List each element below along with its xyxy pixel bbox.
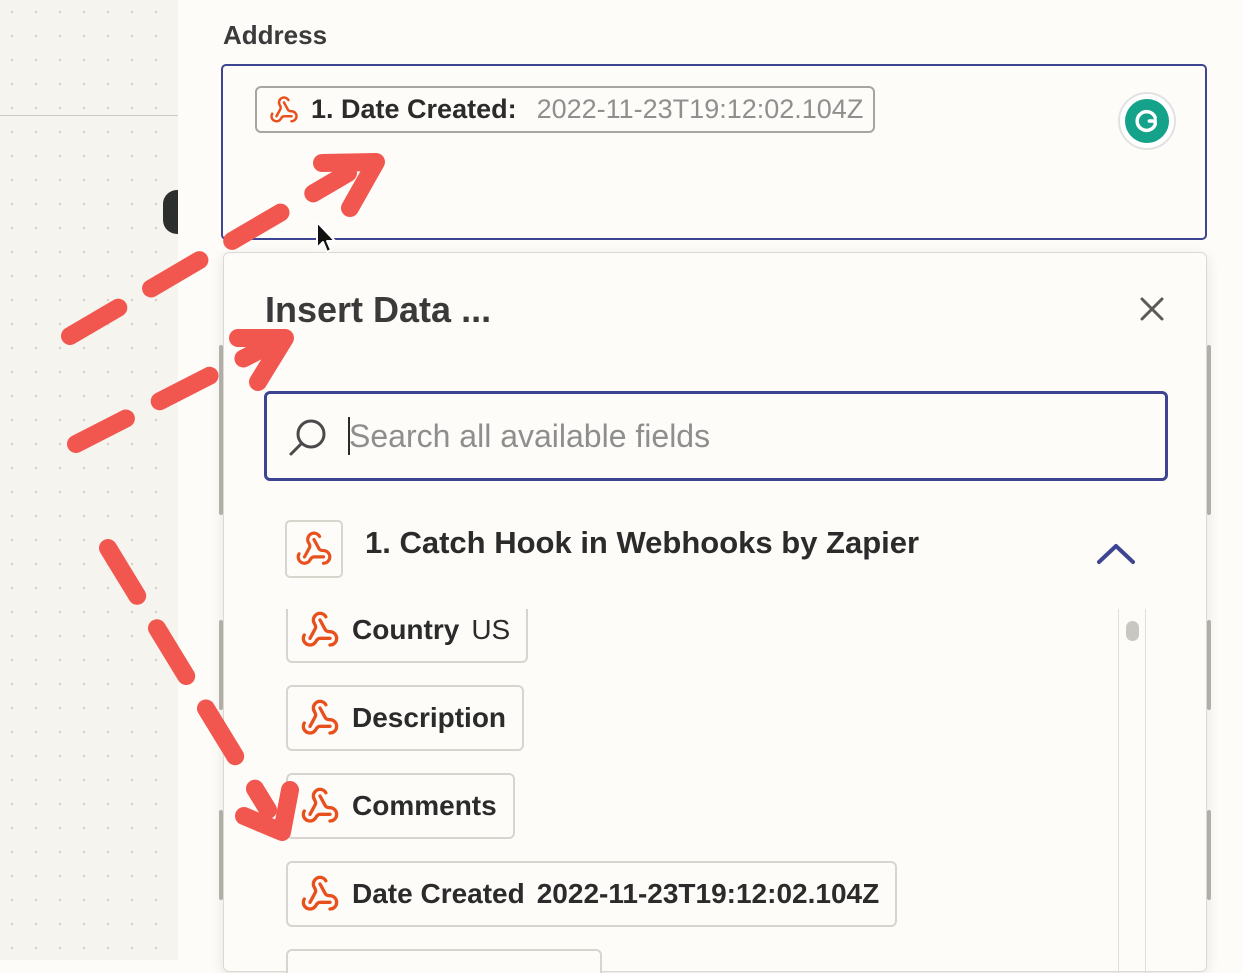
list-item-comments[interactable]: Comments [286, 773, 515, 839]
insert-data-popover: Insert Data ... 1. Catch Hook in Webhook… [223, 252, 1207, 973]
scrollbar-thumb[interactable] [1126, 621, 1139, 641]
webhook-icon [285, 520, 343, 578]
list-item-key: Description [352, 702, 507, 733]
list-item-key: Country [352, 614, 460, 645]
field-edge-right [1207, 345, 1211, 515]
field-list: Country US Description Comments Date Cre… [286, 609, 1116, 973]
search-input[interactable] [349, 408, 1139, 464]
list-item-key: Comments [352, 790, 497, 821]
list-item[interactable] [286, 949, 602, 973]
address-label: Address [223, 20, 328, 50]
chevron-up-icon[interactable] [1096, 541, 1136, 570]
field-edge-right [1207, 810, 1211, 900]
webhook-icon [300, 610, 340, 650]
mouse-cursor [316, 221, 336, 253]
search-icon [289, 419, 326, 456]
address-token-value: 2022-11-23T19:12:02.104Z [536, 94, 864, 124]
list-item-description[interactable]: Description [286, 685, 525, 751]
close-icon[interactable] [1134, 291, 1170, 327]
list-item-value: US [471, 614, 511, 645]
address-token-key: 1. Date Created: [311, 94, 517, 124]
webhook-icon [269, 95, 299, 125]
webhook-icon [300, 874, 340, 914]
field-edge-right [1207, 620, 1211, 710]
grammarly-g-glyph [1135, 109, 1157, 133]
list-item-value: 2022-11-23T19:12:02.104Z [536, 878, 880, 909]
grammarly-icon[interactable] [1118, 92, 1176, 150]
list-item-date-created[interactable]: Date Created 2022-11-23T19:12:02.104Z [286, 861, 898, 927]
group-title: 1. Catch Hook in Webhooks by Zapier [365, 525, 920, 560]
webhook-icon [300, 698, 340, 738]
scrollbar[interactable] [1118, 609, 1146, 973]
webhook-icon [300, 786, 340, 826]
canvas-background [0, 0, 179, 960]
search-field[interactable] [264, 391, 1168, 481]
popover-title: Insert Data ... [265, 289, 492, 330]
list-item-country[interactable]: Country US [286, 609, 529, 663]
address-token[interactable]: 1. Date Created: 2022-11-23T19:12:02.104Z [255, 86, 876, 133]
list-item-key: Date Created [352, 878, 525, 909]
canvas-connector-line [0, 115, 178, 116]
